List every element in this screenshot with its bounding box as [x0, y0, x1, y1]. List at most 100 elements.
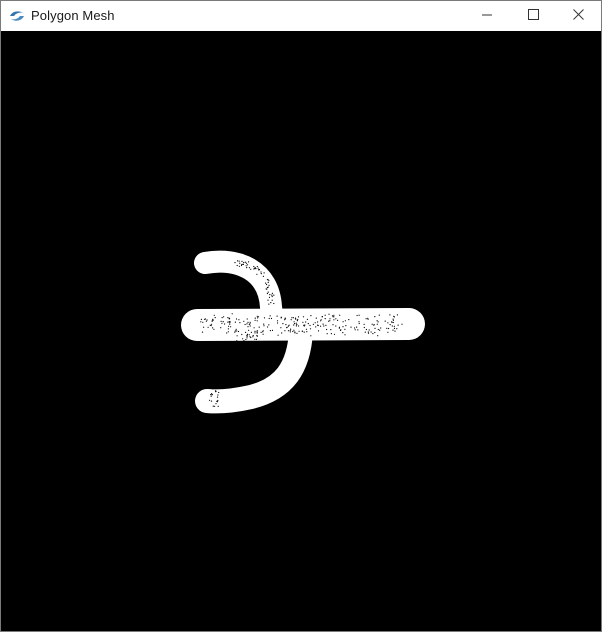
mesh-vertex-dot	[326, 333, 328, 335]
mesh-vertex-dot	[229, 345, 231, 347]
mesh-vertex-dot	[391, 325, 393, 327]
mesh-vertex-dot	[227, 331, 229, 333]
mesh-vertex-dot	[393, 315, 395, 317]
mesh-vertex-dot	[364, 331, 366, 333]
mesh-vertex-dot	[229, 323, 231, 325]
mesh-vertex-dot	[323, 325, 325, 327]
mesh-vertex-dot	[216, 379, 218, 381]
mesh-vertex-dot	[212, 388, 214, 390]
mesh-vertex-dot	[388, 327, 390, 330]
mesh-vertex-dot	[215, 381, 217, 383]
mesh-vertex-dot	[354, 329, 356, 331]
mesh-vertex-dot	[256, 273, 258, 275]
mesh-vertex-dot	[371, 323, 373, 325]
mesh-vertex-dot	[263, 323, 265, 325]
mesh-vertex-dot	[330, 333, 332, 335]
close-icon	[572, 7, 584, 25]
mesh-vertex-dot	[258, 326, 260, 328]
mesh-vertex-dot	[246, 334, 248, 336]
mesh-vertex-dot	[276, 315, 278, 317]
mesh-vertex-dot	[267, 326, 269, 328]
mesh-vertex-dot	[211, 323, 213, 325]
mesh-vertex-dot	[256, 265, 258, 268]
mesh-vertex-dot	[220, 320, 222, 322]
mesh-vertex-dot	[270, 317, 273, 320]
close-button[interactable]	[555, 1, 601, 31]
mesh-vertex-dot	[392, 321, 394, 324]
mesh-vertex-dot	[307, 323, 309, 325]
mesh-vertex-dot	[290, 319, 292, 321]
mesh-vertex-dot	[246, 264, 249, 266]
mesh-vertex-dot	[282, 323, 284, 325]
mesh-vertex-dot	[368, 329, 370, 331]
mesh-vertex-dot	[262, 333, 264, 335]
mesh-vertex-dot	[328, 320, 330, 322]
mesh-vertex-dot	[250, 331, 252, 333]
mesh-vertex-dot	[232, 344, 234, 346]
mesh-vertex-dot	[215, 403, 217, 405]
mesh-vertex-dot	[384, 320, 386, 322]
mesh-vertex-dot	[298, 325, 300, 327]
mesh-vertex-dot	[273, 294, 275, 296]
mesh-vertex-dot	[315, 326, 317, 328]
mesh-vertex-dot	[220, 327, 222, 329]
mesh-vertex-dot	[391, 321, 393, 323]
mesh-vertex-dot	[229, 347, 231, 349]
mesh-vertex-dot	[236, 330, 238, 332]
mesh-vertex-dot	[373, 324, 375, 326]
mesh-vertex-dot	[333, 314, 335, 316]
minimize-button[interactable]	[464, 1, 510, 31]
mesh-vertex-dot	[392, 319, 394, 321]
mesh-vertex-dot	[209, 399, 211, 401]
mesh-vertex-dot	[256, 330, 259, 332]
mesh-vertex-dot	[257, 317, 259, 319]
mesh-vertex-dot	[256, 315, 258, 317]
mesh-vertex-dot	[267, 281, 269, 284]
mesh-vertex-dot	[225, 355, 228, 357]
mesh-vertex-dot	[387, 331, 389, 333]
mesh-vertex-dot	[332, 316, 334, 318]
mesh-vertex-dot	[234, 321, 236, 323]
mesh-vertex-dot	[203, 318, 206, 320]
mesh-vertex-dot	[227, 321, 229, 323]
mesh-vertex-dot	[358, 322, 360, 325]
mesh-vertex-dot	[396, 314, 398, 316]
mesh-vertex-dot	[281, 332, 283, 334]
mesh-vertex-dot	[246, 267, 248, 269]
mesh-vertex-dot	[247, 326, 249, 328]
mesh-vertex-dot	[330, 329, 332, 331]
mesh-vertex-dot	[219, 361, 221, 363]
mesh-vertex-dot	[267, 299, 269, 301]
mesh-vertex-dot	[254, 338, 256, 340]
mesh-vertex-dot	[257, 267, 259, 269]
mesh-vertex-dot	[289, 329, 291, 331]
mesh-vertex-dot	[231, 348, 233, 350]
mesh-vertex-dot	[271, 329, 274, 331]
mesh-vertex-dot	[332, 324, 334, 326]
mesh-vertex-dot	[234, 330, 236, 332]
mesh-vertex-dot	[320, 320, 322, 322]
mesh-vertex-dot	[363, 326, 365, 329]
title-bar[interactable]: Polygon Mesh	[1, 1, 601, 31]
mesh-vertex-dot	[214, 317, 216, 319]
mesh-vertex-dot	[315, 317, 317, 319]
mesh-lower-hook	[195, 319, 313, 414]
mesh-vertex-dot	[297, 316, 300, 318]
mesh-vertex-dot	[295, 318, 297, 320]
mesh-vertex-dot	[241, 333, 243, 336]
mesh-vertex-dot	[285, 324, 287, 326]
mesh-vertex-dot	[296, 332, 298, 334]
mesh-vertex-dot	[268, 280, 270, 282]
mesh-vertex-dot	[221, 372, 223, 374]
render-canvas[interactable]	[1, 31, 601, 631]
mesh-vertex-dot	[294, 317, 297, 319]
mesh-vertex-dot	[248, 334, 250, 336]
mesh-vertex-dot	[210, 400, 213, 402]
mesh-vertex-dot	[306, 331, 308, 333]
mesh-vertex-dot	[331, 315, 334, 317]
mesh-vertex-dot	[358, 314, 360, 316]
mesh-vertex-dot	[303, 331, 305, 333]
maximize-button[interactable]	[510, 1, 556, 31]
mesh-vertex-dot	[203, 326, 205, 328]
mesh-vertex-dot	[342, 326, 344, 328]
